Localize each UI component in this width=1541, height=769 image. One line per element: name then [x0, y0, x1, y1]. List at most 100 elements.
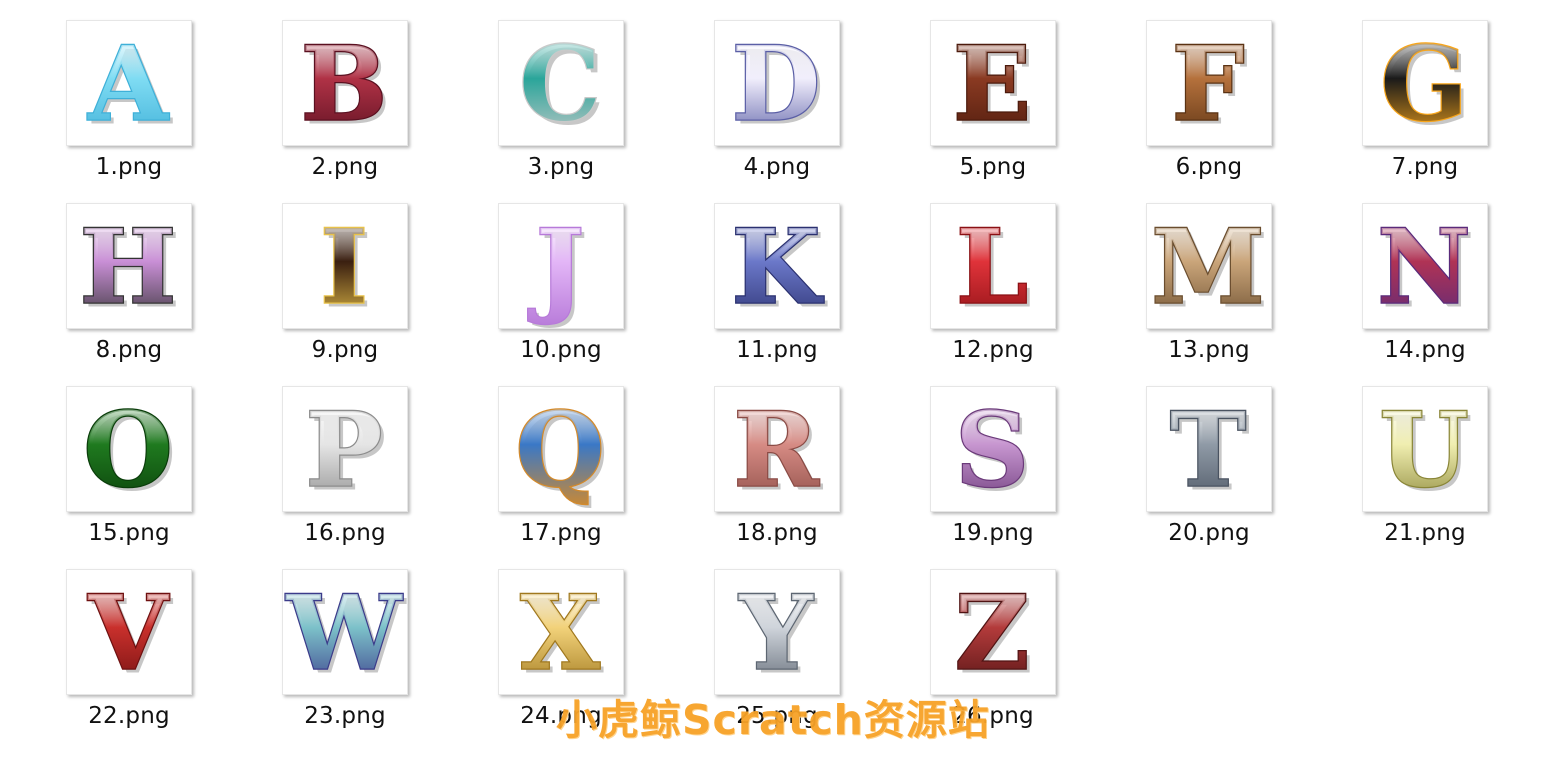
letter-glyph: N — [1377, 207, 1471, 327]
file-thumbnail[interactable]: WW — [282, 569, 408, 695]
file-name-label[interactable]: 8.png — [24, 339, 234, 362]
file-name-label[interactable]: 18.png — [672, 522, 882, 545]
letter-glyph: J — [528, 207, 584, 327]
file-item[interactable]: K K 11.png — [672, 185, 842, 363]
file-thumbnail[interactable]: PP — [282, 386, 408, 512]
file-thumbnail[interactable]: CC — [498, 20, 624, 146]
file-thumbnail[interactable]: MM — [1146, 203, 1272, 329]
file-name-label[interactable]: 12.png — [888, 339, 1098, 362]
letter-glyph: T — [1170, 390, 1246, 510]
file-thumbnail[interactable]: YY — [714, 569, 840, 695]
file-item[interactable]: B B 2.png — [240, 2, 410, 180]
letter-b-glitter-image: BB — [300, 23, 392, 145]
letter-p-silver-image: PP — [304, 389, 386, 511]
file-name-label[interactable]: 15.png — [24, 522, 234, 545]
letter-m-rock-image: MM — [1150, 206, 1268, 328]
letter-g-flame-image: GG — [1379, 23, 1472, 145]
file-item[interactable]: V V 22.png — [24, 551, 194, 729]
file-name-label[interactable]: 17.png — [456, 522, 666, 545]
file-thumbnail[interactable]: QQ — [498, 386, 624, 512]
file-item[interactable]: P P 16.png — [240, 368, 410, 546]
file-name-label[interactable]: 5.png — [888, 156, 1098, 179]
letter-glyph: G — [1380, 24, 1467, 144]
file-thumbnail[interactable]: II — [282, 203, 408, 329]
letter-glyph: Z — [955, 573, 1030, 693]
file-name-label[interactable]: 14.png — [1320, 339, 1530, 362]
file-name-label[interactable]: 7.png — [1320, 156, 1530, 179]
watermark-text: 小虎鲸Scratch资源站 — [556, 696, 990, 744]
letter-glyph: B — [301, 24, 388, 144]
file-item[interactable]: D D 4.png — [672, 2, 842, 180]
letter-glyph: R — [733, 390, 819, 510]
file-item[interactable]: J J 10.png — [456, 185, 626, 363]
file-item[interactable]: E E 5.png — [888, 2, 1058, 180]
file-thumbnail[interactable]: NN — [1362, 203, 1488, 329]
letter-glyph: M — [1151, 207, 1264, 327]
file-name-label[interactable]: 6.png — [1104, 156, 1314, 179]
file-thumbnail[interactable]: JJ — [498, 203, 624, 329]
file-thumbnail[interactable]: VV — [66, 569, 192, 695]
file-thumbnail[interactable]: FF — [1146, 20, 1272, 146]
file-item[interactable]: U U 21.png — [1320, 368, 1490, 546]
file-name-label[interactable]: 2.png — [240, 156, 450, 179]
file-item[interactable]: F F 6.png — [1104, 2, 1274, 180]
file-thumbnail[interactable]: GG — [1362, 20, 1488, 146]
file-thumbnail[interactable]: SS — [930, 386, 1056, 512]
file-name-label[interactable]: 9.png — [240, 339, 450, 362]
file-item[interactable]: O O 15.png — [24, 368, 194, 546]
letter-glyph: L — [956, 207, 1028, 327]
letter-k-flowers-image: KK — [730, 206, 828, 328]
file-item[interactable]: R R 18.png — [672, 368, 842, 546]
file-item[interactable]: A A 1.png — [24, 2, 194, 180]
file-thumbnail[interactable]: LL — [930, 203, 1056, 329]
file-thumbnail[interactable]: TT — [1146, 386, 1272, 512]
letter-f-copper-image: FF — [1170, 23, 1248, 145]
file-name-label[interactable]: 22.png — [24, 705, 234, 728]
file-name-label[interactable]: 21.png — [1320, 522, 1530, 545]
letter-glyph: W — [286, 573, 404, 693]
file-thumbnail[interactable]: KK — [714, 203, 840, 329]
file-name-label[interactable]: 11.png — [672, 339, 882, 362]
letter-c-teal-image: CC — [518, 23, 605, 145]
file-name-label[interactable]: 13.png — [1104, 339, 1314, 362]
file-explorer-icon-grid: A A 1.png B B 2.png C C 3.png D D 4.png E E 5.png F F 6.p… — [0, 0, 1541, 769]
file-thumbnail[interactable]: EE — [930, 20, 1056, 146]
letter-glyph: A — [87, 24, 169, 144]
file-item[interactable]: C C 3.png — [456, 2, 626, 180]
file-item[interactable]: I I 9.png — [240, 185, 410, 363]
file-name-label[interactable]: 4.png — [672, 156, 882, 179]
file-thumbnail[interactable]: DD — [714, 20, 840, 146]
file-name-label[interactable]: 3.png — [456, 156, 666, 179]
letter-glyph: P — [306, 390, 383, 510]
file-thumbnail[interactable]: RR — [714, 386, 840, 512]
file-name-label[interactable]: 16.png — [240, 522, 450, 545]
letter-d-outline-image: DD — [730, 23, 824, 145]
file-thumbnail[interactable]: HH — [66, 203, 192, 329]
file-item[interactable]: W W 23.png — [240, 551, 410, 729]
file-thumbnail[interactable]: BB — [282, 20, 408, 146]
file-item[interactable]: N N 14.png — [1320, 185, 1490, 363]
file-thumbnail[interactable]: OO — [66, 386, 192, 512]
letter-glyph: I — [320, 207, 368, 327]
file-name-label[interactable]: 19.png — [888, 522, 1098, 545]
file-name-label[interactable]: 10.png — [456, 339, 666, 362]
file-name-label[interactable]: 1.png — [24, 156, 234, 179]
file-name-label[interactable]: 23.png — [240, 705, 450, 728]
file-item[interactable]: M M 13.png — [1104, 185, 1274, 363]
file-item[interactable]: Q Q 17.png — [456, 368, 626, 546]
file-item[interactable]: G G 7.png — [1320, 2, 1490, 180]
letter-j-lilac-image: JJ — [527, 206, 589, 328]
file-item[interactable]: T T 20.png — [1104, 368, 1274, 546]
file-thumbnail[interactable]: AA — [66, 20, 192, 146]
letter-glyph: C — [519, 24, 600, 144]
file-thumbnail[interactable]: UU — [1362, 386, 1488, 512]
file-thumbnail[interactable]: XX — [498, 569, 624, 695]
letter-glyph: U — [1379, 390, 1468, 510]
file-item[interactable]: S S 19.png — [888, 368, 1058, 546]
file-thumbnail[interactable]: ZZ — [930, 569, 1056, 695]
letter-e-ornate-image: EE — [952, 23, 1035, 145]
file-name-label[interactable]: 20.png — [1104, 522, 1314, 545]
file-item[interactable]: H H 8.png — [24, 185, 194, 363]
file-item[interactable]: L L 12.png — [888, 185, 1058, 363]
letter-glyph: D — [732, 24, 821, 144]
